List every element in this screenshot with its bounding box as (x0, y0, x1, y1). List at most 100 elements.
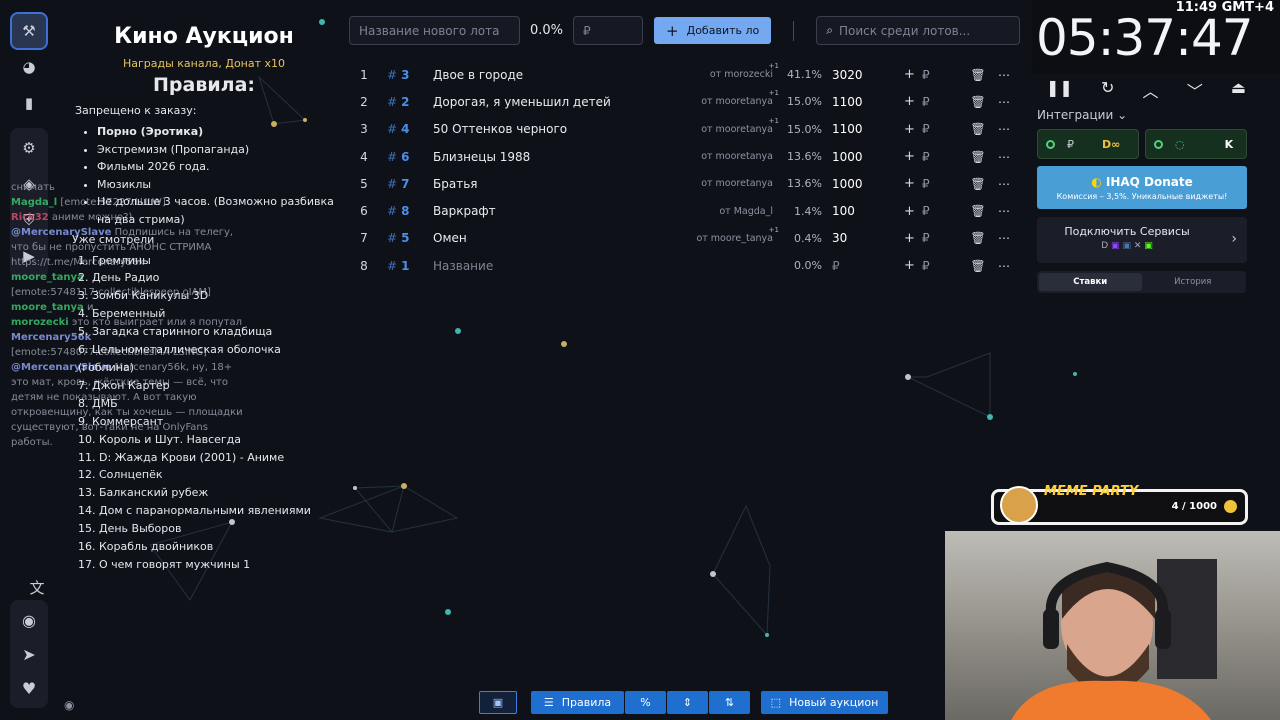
lot-author: от moore_tanya +1 (696, 225, 779, 244)
sort-button[interactable]: ⇅ (709, 691, 750, 714)
lot-amount[interactable]: 1000 (822, 177, 898, 191)
lot-row: 3 #4 50 Оттенков черного от mooretanya +1 15.… (349, 116, 1017, 143)
plus-icon[interactable]: + (898, 122, 921, 137)
lot-amount[interactable]: ₽ (822, 259, 898, 273)
watched-item: 2. День Радио (78, 271, 160, 285)
rules-button[interactable]: ☰ Правила (531, 691, 624, 714)
ruble-icon[interactable]: ₽ (921, 68, 965, 82)
search-input[interactable]: ⌕ Поиск среди лотов... (816, 16, 1021, 45)
hammer-icon[interactable]: ⚒ (10, 12, 48, 50)
trash-icon[interactable]: 🗑 (965, 150, 991, 164)
lot-amount[interactable]: 3020 (822, 68, 898, 82)
rules-heading: Правила: (153, 74, 255, 96)
integration-donationalerts[interactable]: ₽ D∞ (1037, 129, 1139, 159)
chart-icon[interactable]: ▮ (12, 86, 46, 120)
more-icon[interactable]: ⋯ (991, 150, 1017, 164)
add-lot-button[interactable]: + Добавить ло (654, 17, 772, 44)
lot-plus-badge: +1 (768, 62, 779, 71)
plus-icon[interactable]: + (898, 204, 921, 219)
save-button[interactable]: ▣ (479, 691, 517, 714)
lot-percent: 0.0% (530, 23, 564, 38)
lot-row: 2 #2 Дорогая, я уменьшил детей от mooretany… (349, 88, 1017, 115)
more-icon[interactable]: ⋯ (991, 95, 1017, 109)
price-input[interactable]: ₽ (573, 16, 644, 45)
compress-button[interactable]: ⇕ (667, 691, 708, 714)
ruble-icon[interactable]: ₽ (921, 95, 965, 109)
trash-icon[interactable]: 🗑 (965, 231, 991, 245)
trash-icon[interactable]: 🗑 (965, 177, 991, 191)
more-icon[interactable]: ⋯ (991, 259, 1017, 273)
tab-bets[interactable]: Ставки (1039, 273, 1142, 291)
chevron-up-icon[interactable]: ︿ (1143, 78, 1159, 102)
ruble-icon[interactable]: ₽ (921, 204, 965, 218)
heart-hand-icon[interactable]: ♥ (12, 671, 46, 705)
double-up-icon[interactable]: ⏏ (1231, 78, 1246, 102)
more-icon[interactable]: ⋯ (991, 231, 1017, 245)
plus-icon[interactable]: + (898, 149, 921, 164)
lot-name[interactable]: Название (433, 259, 683, 273)
more-icon[interactable]: ⋯ (991, 204, 1017, 218)
lot-name[interactable]: Омен (433, 231, 683, 245)
lot-amount[interactable]: 1100 (822, 95, 898, 109)
lot-name[interactable]: Двое в городе (433, 68, 683, 82)
wheel-icon[interactable]: ◕ (12, 50, 46, 84)
vk-icon: ▣ (1122, 241, 1131, 251)
chevron-down-icon[interactable]: ﹀ (1187, 78, 1203, 102)
new-auction-button[interactable]: ⬚ Новый аукцион (761, 691, 888, 714)
connect-services[interactable]: Подключить Сервисы D ▣ ▣ ✕ ▣ › (1037, 217, 1247, 263)
translate-icon[interactable]: 文 (20, 570, 54, 604)
eye-icon[interactable]: ◉ (64, 698, 74, 712)
trash-icon[interactable]: 🗑 (965, 259, 991, 273)
lots-table: 1 #3 Двое в городе от morozecki +1 41.1% 3020 +… (349, 61, 1017, 279)
ihaq-donate-banner[interactable]: ◐ IHAQ Donate Комиссия – 3,5%. Уникальны… (1037, 166, 1247, 209)
plus-icon[interactable]: + (898, 94, 921, 109)
plus-icon[interactable]: + (898, 176, 921, 191)
more-icon[interactable]: ⋯ (991, 177, 1017, 191)
ruble-icon[interactable]: ₽ (921, 122, 965, 136)
new-lot-input[interactable]: Название нового лота (349, 16, 520, 45)
donate-title: ◐ IHAQ Donate (1091, 175, 1193, 189)
lot-amount[interactable]: 100 (822, 204, 898, 218)
trash-icon[interactable]: 🗑 (965, 68, 991, 82)
lot-name[interactable]: 50 Оттенков черного (433, 122, 683, 136)
lot-amount[interactable]: 30 (822, 231, 898, 245)
forbidden-item: Экстремизм (Пропаганда) (97, 141, 335, 159)
more-icon[interactable]: ⋯ (991, 68, 1017, 82)
lot-amount[interactable]: 1000 (822, 150, 898, 164)
watched-item: 16. Корабль двойников (78, 540, 214, 554)
watched-item: 14. Дом с паранормальными явлениями (78, 504, 311, 518)
telegram-icon[interactable]: ➤ (12, 637, 46, 671)
integrations-toggle[interactable]: Интеграции ⌄ (1037, 108, 1127, 122)
gear-icon[interactable]: ⚙ (12, 131, 46, 165)
lot-index: 5 (360, 176, 368, 191)
ruble-icon[interactable]: ₽ (921, 259, 965, 273)
pause-icon[interactable]: ❚❚ (1046, 78, 1073, 102)
tab-history[interactable]: История (1142, 273, 1245, 291)
ruble-icon[interactable]: ₽ (921, 150, 965, 164)
lot-amount[interactable]: 1100 (822, 122, 898, 136)
plus-icon[interactable]: + (898, 258, 921, 273)
lot-name[interactable]: Близнецы 1988 (433, 150, 683, 164)
trash-icon[interactable]: 🗑 (965, 122, 991, 136)
donatepay-icon: ◌ (1175, 137, 1185, 151)
lot-name[interactable]: Дорогая, я уменьшил детей (433, 95, 683, 109)
chevron-down-icon: ⌄ (1117, 108, 1128, 122)
integration-kick[interactable]: ◌ K (1145, 129, 1247, 159)
more-icon[interactable]: ⋯ (991, 122, 1017, 136)
auction-subtitle: Награды канала, Донат х10 (122, 57, 286, 70)
lot-name[interactable]: Братья (433, 177, 683, 191)
percent-button[interactable]: % (625, 691, 666, 714)
lot-percent: 0.0% (794, 259, 822, 273)
ruble-icon: ₽ (1067, 137, 1074, 151)
lot-name[interactable]: Варкрафт (433, 204, 683, 218)
github-icon[interactable]: ◉ (12, 603, 46, 637)
ruble-icon[interactable]: ₽ (921, 177, 965, 191)
reset-icon[interactable]: ↻ (1101, 78, 1114, 102)
ruble-icon[interactable]: ₽ (921, 231, 965, 245)
trash-icon[interactable]: 🗑 (965, 204, 991, 218)
plus-icon[interactable]: + (898, 231, 921, 246)
da-logo-icon: D∞ (1102, 137, 1121, 151)
trash-icon[interactable]: 🗑 (965, 95, 991, 109)
watched-item: 4. Беременный (78, 307, 166, 321)
plus-icon[interactable]: + (898, 67, 921, 82)
